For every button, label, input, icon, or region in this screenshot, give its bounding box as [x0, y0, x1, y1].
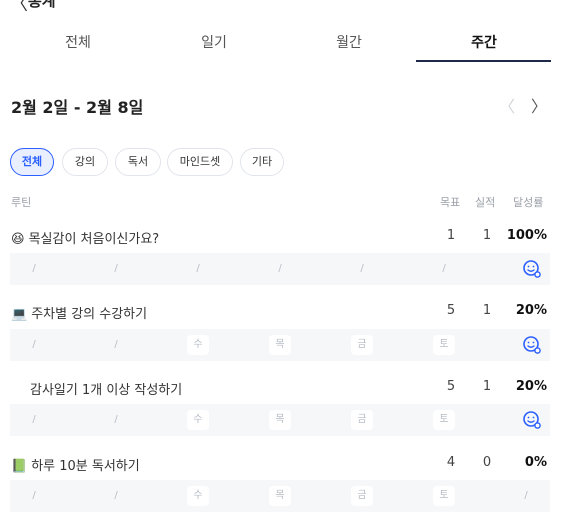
laptop-icon: 💻 — [11, 307, 28, 322]
day-cell-empty[interactable]: / — [187, 259, 209, 279]
routine-title[interactable]: 감사일기 1개 이상 작성하기 — [30, 379, 182, 398]
routine-day-row: / / 수 목 금 토 / — [10, 480, 550, 512]
tab-monthly[interactable]: 월간 — [281, 28, 417, 62]
day-cell-empty[interactable]: / — [23, 410, 45, 430]
routine-goal-count: 1 — [446, 228, 456, 243]
day-cell-empty[interactable]: / — [105, 486, 127, 506]
routine-title[interactable]: 📗 하루 10분 독서하기 — [11, 455, 140, 474]
routine-title-text: 하루 10분 독서하기 — [31, 459, 140, 474]
smiley-face-icon[interactable] — [522, 410, 542, 430]
back-arrow-icon[interactable]: 〈 — [10, 0, 28, 16]
day-cell-empty[interactable]: / — [105, 259, 127, 279]
active-tab-indicator — [416, 60, 551, 62]
routine-achievement-rate: 0% — [524, 455, 547, 470]
routine-title-text: 목실감이 처음이신가요? — [28, 232, 160, 247]
filter-chip-mindset[interactable]: 마인드셋 — [167, 148, 233, 176]
smiley-face-icon[interactable] — [522, 259, 542, 279]
tab-diary[interactable]: 일기 — [146, 28, 282, 62]
day-cell[interactable]: 토 — [433, 486, 455, 506]
day-cell[interactable]: 수 — [187, 486, 209, 506]
day-cell-empty[interactable]: / — [23, 486, 45, 506]
routine-title[interactable]: 😆 목실감이 처음이신가요? — [11, 228, 159, 247]
day-cell[interactable]: 금 — [351, 335, 373, 355]
day-cell[interactable]: 토 — [433, 335, 455, 355]
tab-all[interactable]: 전체 — [10, 28, 146, 62]
column-header-actual: 실적 — [475, 196, 496, 209]
day-cell[interactable]: 수 — [187, 335, 209, 355]
smiley-face-icon[interactable] — [522, 335, 542, 355]
routine-title-text: 주차별 강의 수강하기 — [31, 307, 148, 322]
book-icon: 📗 — [11, 459, 28, 474]
routine-actual-count: 1 — [482, 228, 492, 243]
period-tabs: 전체 일기 월간 주간 — [10, 28, 555, 64]
grinning-face-icon: 😆 — [11, 232, 25, 247]
week-range-title: 2월 2일 - 2월 8일 — [11, 98, 144, 117]
filter-chip-all[interactable]: 전체 — [10, 148, 54, 176]
page-title: 통계 — [28, 0, 56, 10]
routine-actual-count: 1 — [482, 303, 492, 318]
routine-actual-count: 0 — [482, 455, 492, 470]
page-header: 〈 통계 — [0, 0, 565, 15]
filter-chip-lecture[interactable]: 강의 — [62, 148, 108, 176]
day-cell[interactable]: 목 — [269, 486, 291, 506]
day-cell-empty[interactable]: / — [433, 259, 455, 279]
next-week-icon[interactable]: 〉 — [531, 93, 547, 117]
column-header-routine: 루틴 — [11, 196, 32, 209]
routine-achievement-rate: 100% — [506, 228, 547, 243]
day-cell-empty[interactable]: / — [351, 259, 373, 279]
day-cell-empty[interactable]: / — [515, 486, 537, 506]
filter-chip-reading[interactable]: 독서 — [115, 148, 161, 176]
day-cell[interactable]: 목 — [269, 335, 291, 355]
day-cell[interactable]: 목 — [269, 410, 291, 430]
routine-actual-count: 1 — [482, 379, 492, 394]
routine-day-row: / / 수 목 금 토 — [10, 329, 550, 361]
routine-title[interactable]: 💻 주차별 강의 수강하기 — [11, 303, 147, 322]
routine-goal-count: 5 — [446, 379, 456, 394]
day-cell-empty[interactable]: / — [105, 335, 127, 355]
column-header-rate: 달성률 — [513, 196, 544, 209]
day-cell-empty[interactable]: / — [269, 259, 291, 279]
column-header-goal: 목표 — [440, 196, 461, 209]
filter-chip-etc[interactable]: 기타 — [240, 148, 284, 176]
tab-weekly[interactable]: 주간 — [416, 28, 552, 62]
day-cell-empty[interactable]: / — [23, 259, 45, 279]
day-cell[interactable]: 토 — [433, 410, 455, 430]
previous-week-icon[interactable]: 〈 — [499, 93, 515, 117]
routine-achievement-rate: 20% — [515, 379, 547, 394]
routine-title-text: 감사일기 1개 이상 작성하기 — [30, 383, 183, 398]
day-cell[interactable]: 금 — [351, 486, 373, 506]
routine-goal-count: 5 — [446, 303, 456, 318]
routine-day-row: / / / / / / — [10, 253, 550, 285]
routine-goal-count: 4 — [446, 455, 456, 470]
day-cell-empty[interactable]: / — [105, 410, 127, 430]
routine-day-row: / / 수 목 금 토 — [10, 404, 550, 436]
day-cell[interactable]: 금 — [351, 410, 373, 430]
day-cell-empty[interactable]: / — [23, 335, 45, 355]
day-cell[interactable]: 수 — [187, 410, 209, 430]
routine-achievement-rate: 20% — [515, 303, 547, 318]
